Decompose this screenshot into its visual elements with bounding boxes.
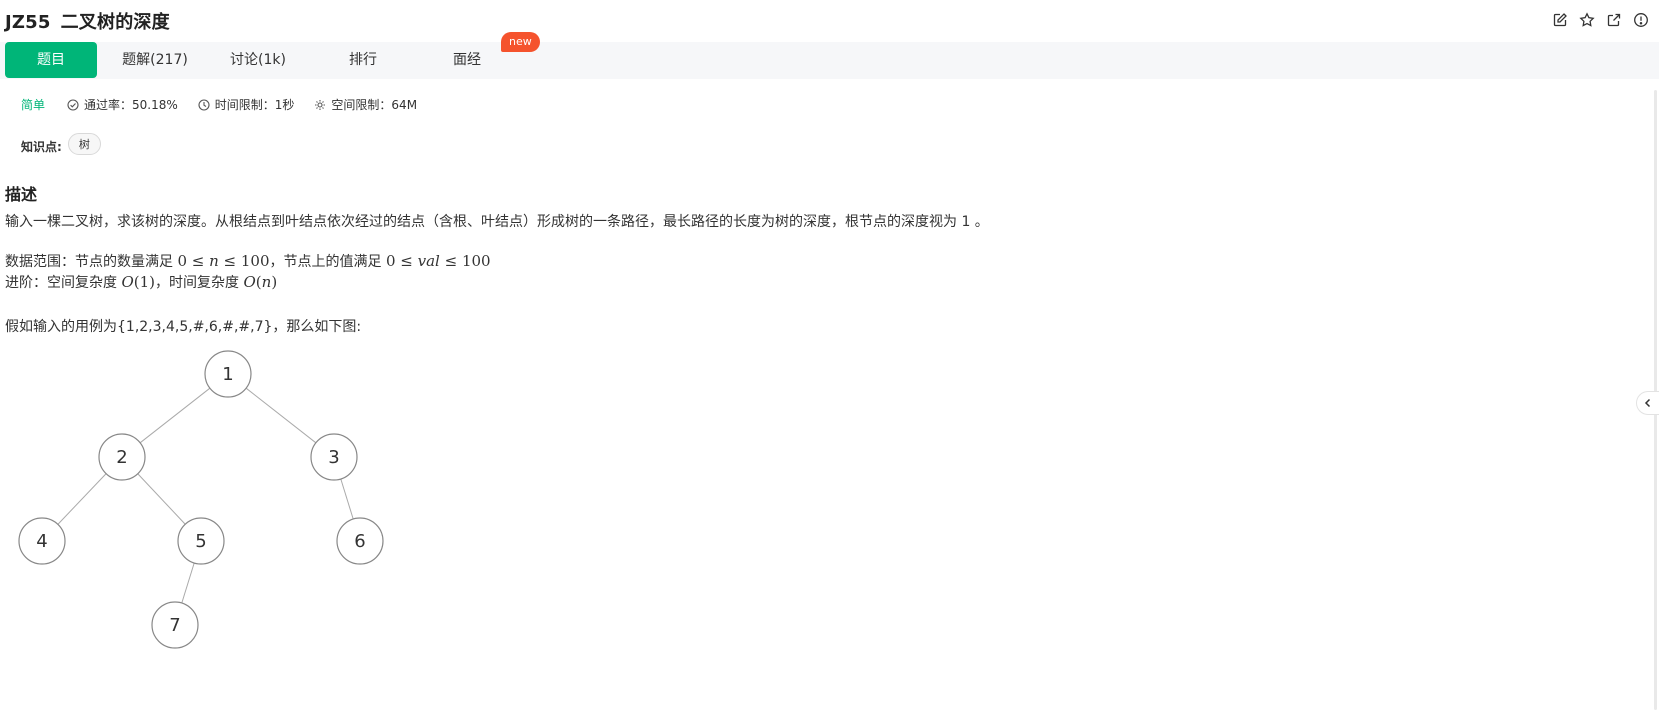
tab-solutions[interactable]: 题解(217) [110, 42, 200, 78]
problem-title: 二叉树的深度 [60, 12, 170, 33]
tree-edge-2-5 [137, 473, 186, 525]
tree-node-2: 2 [98, 433, 146, 481]
space-complexity-formula: O(1) [121, 273, 156, 291]
tree-edge-2-4 [57, 473, 107, 525]
knowledge-points: 知识点: 树 [21, 133, 101, 155]
check-circle-icon [67, 98, 79, 111]
chevron-left-icon [1644, 398, 1651, 408]
example-text: 假如输入的用例为{1,2,3,4,5,#,6,#,#,7}，那么如下图: [5, 319, 362, 335]
tree-edge-5-7 [181, 562, 195, 604]
description-intro: 输入一棵二叉树，求该树的深度。从根结点到叶结点依次经过的结点（含根、叶结点）形成… [5, 214, 989, 230]
tree-node-label: 1 [222, 364, 233, 385]
range-middle: ，节点上的值满足 [269, 254, 382, 270]
tree-node-label: 4 [36, 531, 47, 552]
tree-edge-1-2 [139, 387, 211, 444]
advanced-middle: ，时间复杂度 [155, 275, 240, 291]
collapse-panel-button[interactable] [1636, 391, 1659, 415]
advanced-prefix: 进阶：空间复杂度 [5, 275, 117, 291]
tree-node-label: 3 [328, 447, 339, 468]
problem-code: JZ55 [5, 12, 51, 33]
data-range: 数据范围：节点的数量满足 0 ≤ n ≤ 100，节点上的值满足 0 ≤ val… [5, 251, 491, 271]
star-icon[interactable] [1579, 12, 1595, 28]
tree-edge-3-6 [340, 478, 354, 520]
new-badge: new [501, 32, 540, 52]
tree-node-7: 7 [151, 601, 199, 649]
external-link-icon[interactable] [1606, 12, 1622, 28]
pass-rate-text: 通过率：50.18% [84, 98, 178, 112]
binary-tree-diagram: 1 2 3 4 5 6 7 [18, 350, 384, 649]
knowledge-label: 知识点: [21, 139, 62, 154]
tree-node-label: 6 [354, 531, 365, 552]
time-limit: 时间限制：1秒 [198, 96, 295, 113]
space-limit: 空间限制：64M [314, 96, 417, 113]
tab-bar: 题目 题解(217) 讨论(1k) 排行 面经 [0, 42, 1659, 79]
edit-icon[interactable] [1552, 12, 1568, 28]
header-actions [1552, 12, 1649, 28]
tree-node-label: 5 [195, 531, 206, 552]
tree-node-1: 1 [204, 350, 252, 398]
tree-node-label: 2 [116, 447, 127, 468]
space-limit-text: 空间限制：64M [331, 98, 418, 112]
page-title: JZ55 二叉树的深度 [5, 8, 170, 34]
time-limit-text: 时间限制：1秒 [214, 98, 295, 112]
tab-discussion[interactable]: 讨论(1k) [213, 42, 303, 78]
tree-node-6: 6 [336, 517, 384, 565]
range-formula-val: 0 ≤ val ≤ 100 [385, 252, 491, 270]
header: JZ55 二叉树的深度 [0, 0, 1659, 40]
description-heading: 描述 [5, 185, 38, 204]
time-complexity-formula: O(n) [243, 273, 278, 291]
tree-node-4: 4 [18, 517, 66, 565]
clock-icon [198, 98, 210, 111]
tab-ranking[interactable]: 排行 [318, 42, 408, 78]
pass-rate: 通过率：50.18% [67, 96, 178, 113]
info-icon[interactable] [1633, 12, 1649, 28]
tab-interview[interactable]: 面经 [422, 42, 512, 78]
problem-meta: 简单 通过率：50.18% 时间限制：1秒 空间限制：64M [21, 96, 437, 113]
range-prefix: 数据范围：节点的数量满足 [5, 254, 173, 270]
settings-icon [315, 99, 326, 110]
knowledge-tag[interactable]: 树 [67, 133, 101, 155]
tree-node-label: 7 [169, 615, 180, 636]
advanced-complexity: 进阶：空间复杂度 O(1)，时间复杂度 O(n) [5, 272, 277, 292]
difficulty-label: 简单 [21, 98, 46, 112]
tree-edge-1-3 [245, 387, 317, 444]
tab-problem[interactable]: 题目 [5, 42, 97, 78]
range-formula-n: 0 ≤ n ≤ 100 [177, 252, 270, 270]
tree-node-3: 3 [310, 433, 358, 481]
tree-node-5: 5 [177, 517, 225, 565]
